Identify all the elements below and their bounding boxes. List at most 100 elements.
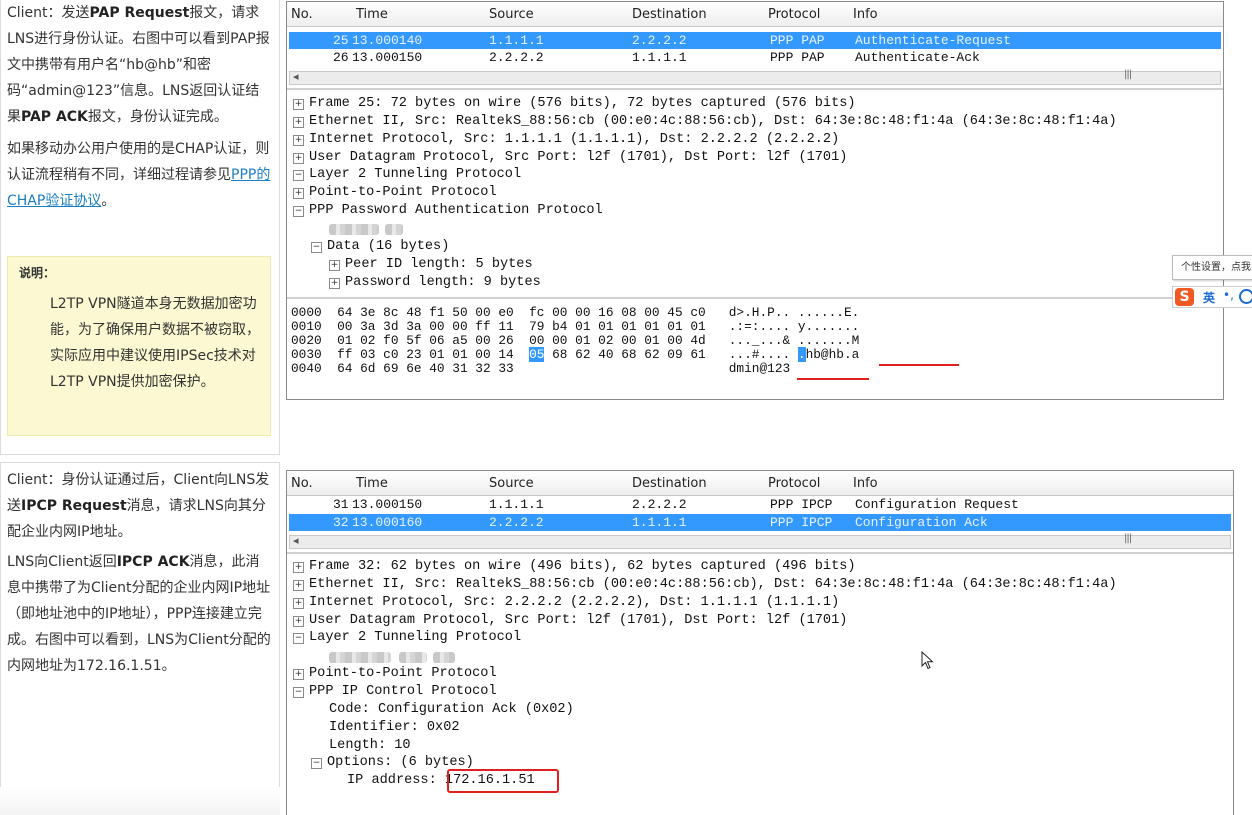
ime-language-toggle[interactable]: 英	[1203, 289, 1215, 306]
col-source[interactable]: Source	[489, 476, 534, 491]
tree-length[interactable]: Length: 10	[329, 737, 411, 755]
note-box: 说明： L2TP VPN隧道本身无数据加密功能，为了确保用户数据不被窃取，实际应…	[7, 256, 271, 436]
sogou-ime-icon[interactable]: S	[1175, 288, 1194, 306]
pap-ack-term: PAP ACK	[21, 109, 88, 125]
tree-udp[interactable]: + User Datagram Protocol, Src Port: l2f (…	[293, 612, 847, 630]
expand-plus-icon[interactable]: +	[293, 188, 304, 199]
tree-ip[interactable]: + Internet Protocol, Src: 1.1.1.1 (1.1.1.…	[293, 131, 839, 149]
tree-udp[interactable]: + User Datagram Protocol, Src Port: l2f (…	[293, 149, 847, 167]
tree-ppp[interactable]: + Point-to-Point Protocol	[293, 184, 497, 202]
selected-byte[interactable]: 05	[529, 347, 545, 362]
ime-settings-icon[interactable]	[1239, 289, 1252, 304]
collapse-minus-icon[interactable]: −	[311, 242, 322, 253]
hex-row[interactable]: 0030 ff 03 c0 23 01 01 00 14 05 68 62 40…	[291, 347, 860, 362]
expand-plus-icon[interactable]: +	[293, 153, 304, 164]
note-body: L2TP VPN隧道本身无数据加密功能，为了确保用户数据不被窃取，实际应用中建议…	[50, 296, 260, 390]
step-description-ipcp: Client：身份认证通过后，Client向LNS发送IPCP Request消…	[0, 462, 280, 815]
ime-punctuation-toggle[interactable]: •,	[1223, 288, 1234, 302]
pap-paragraph: Client：发送PAP Request报文，请求LNS进行身份认证。右图中可以…	[7, 5, 270, 125]
pane-divider[interactable]	[287, 297, 1223, 299]
pane-divider[interactable]	[287, 552, 1233, 554]
expand-plus-icon[interactable]: +	[329, 278, 340, 289]
scroll-left-arrow-icon[interactable]: ◂	[293, 70, 299, 83]
ipcp-request-term: IPCP Request	[21, 498, 127, 514]
tree-frame[interactable]: + Frame 25: 72 bytes on wire (576 bits), …	[293, 95, 856, 113]
ime-tooltip: 个性设置，点我	[1172, 255, 1252, 280]
packet-list-header: No. Time Source Destination Protocol Inf…	[287, 471, 1233, 496]
expand-plus-icon[interactable]: +	[293, 598, 304, 609]
col-no[interactable]: No.	[291, 476, 313, 491]
hex-row[interactable]: 0040 64 6d 69 6e 40 31 32 33 dmin@123	[291, 362, 790, 376]
expand-plus-icon[interactable]: +	[293, 117, 304, 128]
tree-code[interactable]: Code: Configuration Ack (0x02)	[329, 701, 574, 719]
collapse-minus-icon[interactable]: −	[311, 758, 322, 769]
expand-plus-icon[interactable]: +	[293, 616, 304, 627]
scroll-grip-icon[interactable]: |||	[1124, 69, 1132, 80]
tree-data[interactable]: − Data (16 bytes)	[311, 238, 449, 256]
tree-frame[interactable]: + Frame 32: 62 bytes on wire (496 bits), …	[293, 558, 856, 576]
col-protocol[interactable]: Protocol	[768, 7, 820, 22]
col-time[interactable]: Time	[356, 7, 388, 22]
tree-l2tp[interactable]: − Layer 2 Tunneling Protocol	[293, 629, 521, 647]
col-destination[interactable]: Destination	[632, 7, 707, 22]
capture-window-pap: No. Time Source Destination Protocol Inf…	[286, 1, 1224, 400]
tree-ip[interactable]: + Internet Protocol, Src: 2.2.2.2 (2.2.2.…	[293, 594, 839, 612]
expand-plus-icon[interactable]: +	[293, 580, 304, 591]
packet-row[interactable]: 26 13.000150 2.2.2.2 1.1.1.1 PPP PAP Aut…	[289, 49, 1221, 66]
col-no[interactable]: No.	[291, 7, 313, 22]
scroll-grip-icon[interactable]: |||	[1124, 533, 1132, 544]
expand-plus-icon[interactable]: +	[293, 135, 304, 146]
bottom-fade	[0, 787, 280, 815]
col-destination[interactable]: Destination	[632, 476, 707, 491]
col-source[interactable]: Source	[489, 7, 534, 22]
expand-plus-icon[interactable]: +	[293, 99, 304, 110]
scroll-left-arrow-icon[interactable]: ◂	[293, 534, 299, 547]
horizontal-scrollbar[interactable]: ◂ |||	[289, 533, 1231, 549]
packet-list-header: No. Time Source Destination Protocol Inf…	[287, 2, 1223, 27]
expand-plus-icon[interactable]: +	[293, 562, 304, 573]
packet-row[interactable]: 31 13.000150 1.1.1.1 2.2.2.2 PPP IPCP Co…	[289, 496, 1231, 513]
collapse-minus-icon[interactable]: −	[293, 170, 304, 181]
tree-ethernet[interactable]: + Ethernet II, Src: RealtekS_88:56:cb (00…	[293, 113, 1117, 131]
chap-paragraph: 如果移动办公用户使用的是CHAP认证，则认证流程稍有不同，详细过程请参见PPP的…	[7, 141, 271, 209]
packet-row[interactable]: 25 13.000140 1.1.1.1 2.2.2.2 PPP PAP Aut…	[289, 32, 1221, 49]
tree-ipcp[interactable]: − PPP IP Control Protocol	[293, 683, 497, 701]
packet-row[interactable]: 32 13.000160 2.2.2.2 1.1.1.1 PPP IPCP Co…	[289, 514, 1231, 531]
hex-row[interactable]: 0000 64 3e 8c 48 f1 50 00 e0 fc 00 00 16…	[291, 306, 859, 320]
mouse-pointer-icon	[921, 651, 934, 670]
expand-plus-icon[interactable]: +	[329, 260, 340, 271]
pane-divider[interactable]	[287, 88, 1223, 90]
ipcp-ack-paragraph: LNS向Client返回IPCP ACK消息，此消息中携带了为Client分配的…	[7, 554, 271, 674]
redacted-text	[399, 652, 427, 663]
tree-peer-id-length[interactable]: + Peer ID length: 5 bytes	[329, 256, 533, 274]
col-info[interactable]: Info	[853, 7, 878, 22]
username-bytes: hb@hb.a	[805, 347, 860, 362]
tree-pap[interactable]: − PPP Password Authentication Protocol	[293, 202, 603, 220]
redacted-text	[329, 224, 379, 235]
password-underline	[797, 378, 869, 380]
expand-plus-icon[interactable]: +	[293, 669, 304, 680]
ipcp-request-paragraph: Client：身份认证通过后，Client向LNS发送IPCP Request消…	[7, 472, 270, 540]
redacted-text	[385, 224, 403, 235]
collapse-minus-icon[interactable]: −	[293, 206, 304, 217]
col-info[interactable]: Info	[853, 476, 878, 491]
tree-password-length[interactable]: + Password length: 9 bytes	[329, 274, 541, 292]
username-underline-tail	[943, 364, 957, 366]
capture-window-ipcp: No. Time Source Destination Protocol Inf…	[286, 470, 1234, 815]
selected-char[interactable]: .	[797, 347, 806, 362]
horizontal-scrollbar[interactable]: ◂ |||	[289, 69, 1221, 85]
tree-l2tp[interactable]: − Layer 2 Tunneling Protocol	[293, 166, 521, 184]
collapse-minus-icon[interactable]: −	[293, 687, 304, 698]
tree-ppp[interactable]: + Point-to-Point Protocol	[293, 665, 497, 683]
ime-toolbar[interactable]: S 英 •,	[1172, 286, 1252, 308]
redacted-text	[433, 652, 455, 663]
hex-row[interactable]: 0020 01 02 f0 5f 06 a5 00 26 00 00 01 02…	[291, 334, 859, 348]
col-time[interactable]: Time	[356, 476, 388, 491]
tree-ethernet[interactable]: + Ethernet II, Src: RealtekS_88:56:cb (00…	[293, 576, 1117, 594]
note-title: 说明：	[19, 266, 56, 280]
hex-row[interactable]: 0010 00 3a 3d 3a 00 00 ff 11 79 b4 01 01…	[291, 320, 859, 334]
collapse-minus-icon[interactable]: −	[293, 633, 304, 644]
password-bytes: dmin@123	[728, 361, 791, 376]
col-protocol[interactable]: Protocol	[768, 476, 820, 491]
tree-identifier[interactable]: Identifier: 0x02	[329, 719, 460, 737]
